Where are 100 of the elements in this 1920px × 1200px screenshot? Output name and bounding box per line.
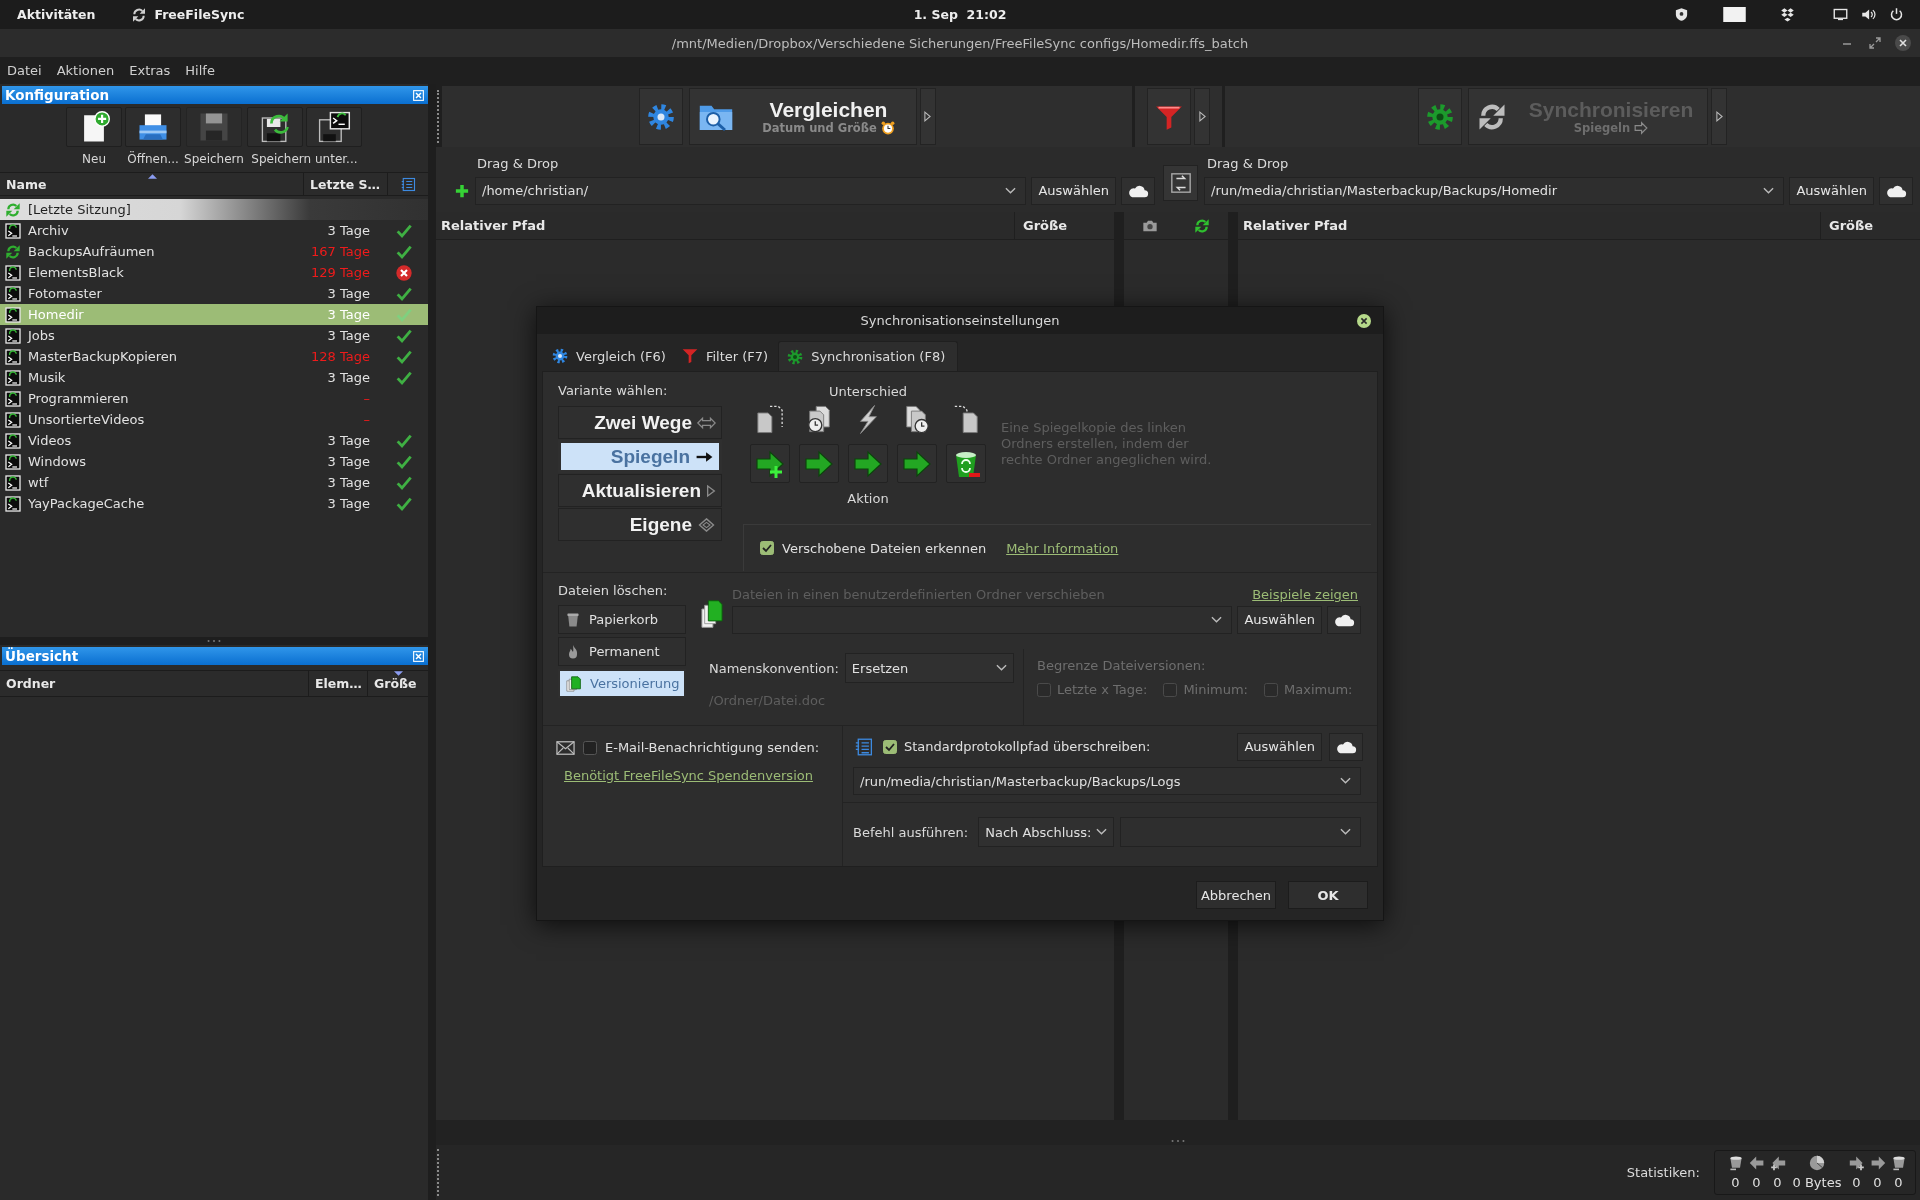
- column-header[interactable]: Größe: [1820, 212, 1920, 239]
- checkbox[interactable]: [1264, 682, 1278, 697]
- delete-option-button[interactable]: Versionierung: [558, 669, 686, 698]
- speaker-icon[interactable]: [1861, 7, 1876, 22]
- delete-option-button[interactable]: Papierkorb: [558, 605, 686, 634]
- column-header[interactable]: Relativer Pfad: [1238, 218, 1820, 233]
- power-icon[interactable]: [1889, 7, 1904, 22]
- command-timing-dropdown[interactable]: Nach Abschluss:: [978, 817, 1115, 847]
- filter-button[interactable]: [1147, 88, 1191, 145]
- statistic-value: 0: [1873, 1175, 1882, 1190]
- config-row[interactable]: MasterBackupKopieren 128 Tage: [0, 346, 428, 367]
- column-header[interactable]: Name: [0, 173, 304, 195]
- chevron-down-icon[interactable]: [1005, 186, 1017, 195]
- column-header[interactable]: Größe: [368, 671, 428, 696]
- checkbox[interactable]: [883, 739, 897, 754]
- column-header[interactable]: Relativer Pfad: [436, 218, 1014, 233]
- open-button[interactable]: Öffnen...: [125, 107, 182, 166]
- cloud-button[interactable]: [1121, 176, 1155, 205]
- activities-button[interactable]: Aktivitäten: [17, 7, 96, 22]
- donation-link[interactable]: Benötigt FreeFileSync Spendenversion: [564, 768, 813, 783]
- examples-link[interactable]: Beispiele zeigen: [1252, 587, 1358, 602]
- variant-button[interactable]: Aktualisieren: [558, 474, 722, 507]
- sync-menu-button[interactable]: [1711, 88, 1727, 145]
- variant-button[interactable]: Eigene: [558, 508, 722, 541]
- config-row[interactable]: Jobs 3 Tage: [0, 325, 428, 346]
- config-row[interactable]: [Letzte Sitzung]: [0, 199, 428, 220]
- maximize-icon[interactable]: [1867, 35, 1883, 51]
- menu-item[interactable]: Aktionen: [56, 63, 115, 78]
- config-row[interactable]: Musik 3 Tage: [0, 367, 428, 388]
- close-icon[interactable]: [1895, 35, 1911, 51]
- sync-settings-button[interactable]: [1418, 88, 1462, 145]
- cancel-button[interactable]: Abbrechen: [1195, 881, 1276, 909]
- chevron-down-icon[interactable]: [1340, 777, 1351, 785]
- config-name: Archiv: [28, 223, 70, 238]
- folder-path-field[interactable]: /run/media/christian/Masterbackup/Backups/Homedir: [1204, 176, 1785, 205]
- checkbox[interactable]: [583, 740, 597, 755]
- config-row[interactable]: Fotomaster 3 Tage: [0, 283, 428, 304]
- column-header[interactable]: Ordner: [0, 671, 309, 696]
- menu-item[interactable]: Hilfe: [185, 63, 215, 78]
- tab[interactable]: Filter (F7): [675, 341, 779, 371]
- variant-button[interactable]: Spiegeln: [558, 440, 722, 473]
- browse-button[interactable]: Auswählen: [1031, 176, 1116, 205]
- command-field[interactable]: [1120, 817, 1361, 847]
- browse-button[interactable]: Auswählen: [1237, 732, 1322, 761]
- action-button[interactable]: [750, 444, 790, 483]
- column-header[interactable]: Größe: [1014, 212, 1114, 239]
- more-info-link[interactable]: Mehr Information: [1006, 540, 1119, 556]
- chevron-down-icon[interactable]: [1211, 615, 1223, 624]
- terminal-icon: [5, 348, 21, 365]
- config-row[interactable]: Videos 3 Tage: [0, 430, 428, 451]
- diamond-cluster-icon[interactable]: [1780, 7, 1795, 22]
- chevron-down-icon[interactable]: [1763, 186, 1775, 195]
- app-menu-button[interactable]: FreeFileSync: [131, 6, 245, 23]
- config-row[interactable]: wtf 3 Tage: [0, 472, 428, 493]
- filter-menu-button[interactable]: [1194, 88, 1210, 145]
- checkbox[interactable]: [1037, 682, 1051, 697]
- compare-button[interactable]: Vergleichen Datum und Größe: [688, 88, 917, 145]
- config-row[interactable]: Programmieren –: [0, 388, 428, 409]
- sync-icon[interactable]: [1194, 217, 1210, 234]
- folder-path-field[interactable]: /home/christian/: [475, 176, 1027, 205]
- ok-button[interactable]: OK: [1288, 881, 1368, 909]
- action-button[interactable]: [946, 444, 986, 483]
- column-header[interactable]: Elem…: [309, 671, 368, 696]
- chevron-down-icon[interactable]: [1340, 828, 1351, 836]
- log-path-field[interactable]: /run/media/christian/Masterbackup/Backups/Logs: [853, 767, 1361, 795]
- column-header[interactable]: Letzte S…: [304, 173, 388, 195]
- browse-button[interactable]: Auswählen: [1789, 176, 1874, 205]
- cloud-button[interactable]: [1879, 176, 1913, 205]
- menu-item[interactable]: Extras: [129, 63, 171, 78]
- checkbox[interactable]: [760, 541, 774, 555]
- config-row[interactable]: Windows 3 Tage: [0, 451, 428, 472]
- tab[interactable]: Synchronisation (F8): [778, 341, 959, 371]
- clock[interactable]: 1. Sep 21:02: [913, 7, 1007, 22]
- save-as-button[interactable]: Speichern unter...: [246, 107, 362, 166]
- compare-settings-button[interactable]: [638, 88, 683, 145]
- new-button[interactable]: Neu: [66, 107, 123, 166]
- action-label: Aktion: [847, 491, 889, 508]
- browse-button[interactable]: Auswählen: [1237, 605, 1322, 634]
- config-row[interactable]: YayPackageCache 3 Tage: [0, 493, 428, 514]
- monitor-icon[interactable]: [1833, 7, 1848, 22]
- variant-button[interactable]: Zwei Wege: [558, 406, 722, 439]
- versioning-folder-field[interactable]: [732, 605, 1233, 634]
- close-icon[interactable]: [1357, 313, 1371, 328]
- delete-option-button[interactable]: Permanent: [558, 637, 686, 666]
- naming-dropdown[interactable]: Ersetzen: [844, 653, 1014, 683]
- cloud-button[interactable]: [1329, 732, 1363, 761]
- tab[interactable]: Vergleich (F6): [546, 341, 676, 371]
- add-icon[interactable]: [455, 183, 469, 198]
- config-row[interactable]: UnsortierteVideos –: [0, 409, 428, 430]
- compare-menu-button[interactable]: [919, 88, 936, 145]
- checkbox[interactable]: [1163, 682, 1178, 697]
- column-settings-icon[interactable]: [400, 176, 416, 192]
- config-row[interactable]: BackupsAufräumen 167 Tage: [0, 241, 428, 262]
- config-row[interactable]: ElementsBlack 129 Tage: [0, 262, 428, 283]
- cloud-button[interactable]: [1327, 605, 1361, 634]
- menu-item[interactable]: Datei: [7, 63, 42, 78]
- shield-icon[interactable]: [1674, 7, 1689, 22]
- config-row[interactable]: Archiv 3 Tage: [0, 220, 428, 241]
- config-name: YayPackageCache: [28, 496, 146, 511]
- swap-button[interactable]: [1163, 165, 1198, 201]
